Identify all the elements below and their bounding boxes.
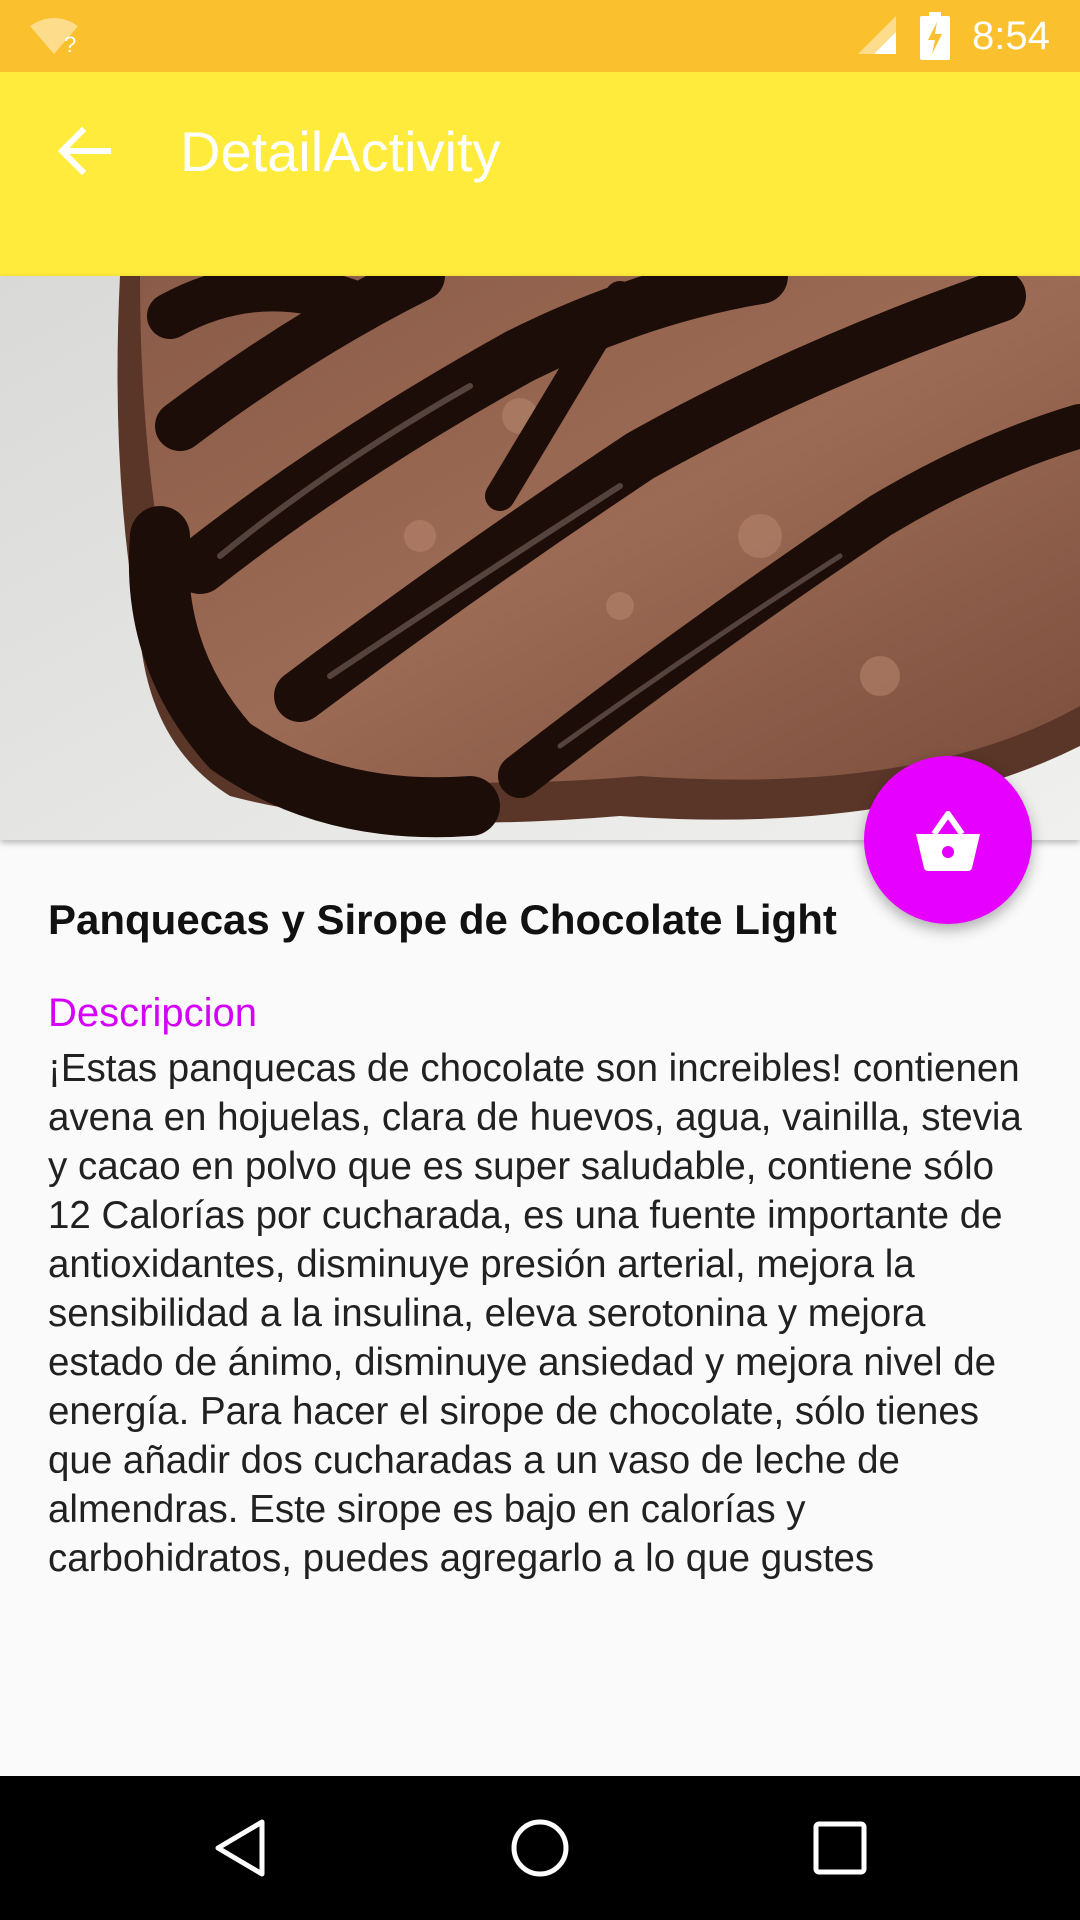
- dish-title: Panquecas y Sirope de Chocolate Light: [48, 896, 837, 943]
- hero-image: [0, 276, 1080, 840]
- description-label: Descripcion: [48, 991, 257, 1035]
- status-time: 8:54: [972, 14, 1050, 58]
- status-bar: ? 8:54: [0, 0, 1080, 72]
- nav-home-icon[interactable]: [508, 1816, 572, 1880]
- wifi-unknown-icon: ?: [30, 18, 78, 56]
- photo-chocolate-pancakes: [0, 276, 1080, 840]
- svg-text:?: ?: [64, 32, 76, 56]
- nav-back-icon[interactable]: [208, 1816, 272, 1880]
- cell-signal-icon: [858, 16, 896, 54]
- app-bar: DetailActivity: [0, 72, 1080, 276]
- shopping-basket-icon: [916, 811, 980, 871]
- arrow-back-icon[interactable]: [56, 126, 112, 176]
- detail-content: Panquecas y Sirope de Chocolate Light De…: [48, 880, 1038, 1583]
- page-title: DetailActivity: [180, 120, 501, 183]
- navigation-bar: [0, 1776, 1080, 1920]
- description-text: ¡Estas panquecas de chocolate son increi…: [48, 1047, 1022, 1580]
- nav-recents-icon[interactable]: [808, 1816, 872, 1880]
- battery-charging-icon: [920, 12, 950, 60]
